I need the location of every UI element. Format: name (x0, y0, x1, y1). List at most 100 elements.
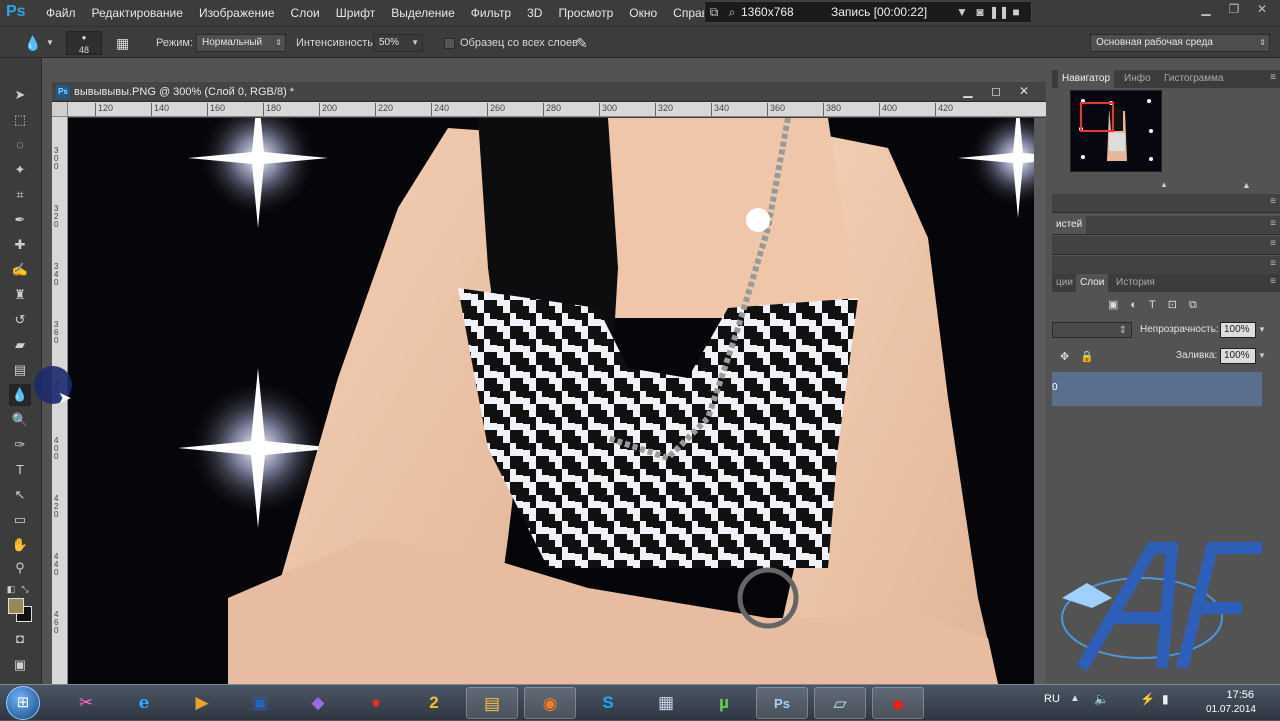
brushes-panel-bar[interactable]: истей ≡ (1052, 216, 1280, 235)
sample-all-checkbox[interactable] (444, 38, 455, 49)
mode-dropdown[interactable]: Нормальный ⇕ (196, 34, 286, 52)
hand-tool-icon[interactable]: ✋ (9, 534, 31, 556)
image-canvas[interactable] (68, 118, 1034, 684)
maximize-icon[interactable]: ◻ (982, 82, 1010, 100)
blur-tool-icon[interactable]: 💧 (9, 384, 31, 406)
collapsed-panel-3[interactable]: ≡ (1052, 256, 1280, 275)
quick-mask-icon[interactable]: ◘ (9, 628, 31, 650)
ruler-origin[interactable] (52, 102, 68, 117)
gradient-tool-icon[interactable]: ▤ (9, 359, 31, 381)
menu-edit[interactable]: Редактирование (84, 0, 191, 26)
intensity-field[interactable]: 50% ▼ (373, 34, 423, 52)
brush-tool-icon[interactable]: ✍ (9, 259, 31, 281)
zoom-tool-icon[interactable]: ⚲ (9, 557, 31, 579)
panel-menu-icon[interactable]: ≡ (1270, 274, 1276, 290)
panel-menu-icon[interactable]: ≡ (1270, 256, 1276, 272)
healing-brush-icon[interactable]: ✚ (9, 234, 31, 256)
menu-type[interactable]: Шрифт (328, 0, 383, 26)
power-icon[interactable]: ⚡ (1140, 692, 1155, 706)
eraser-icon[interactable]: ▰ (9, 334, 31, 356)
menu-image[interactable]: Изображение (191, 0, 283, 26)
clock-time[interactable]: 17:56 (1226, 689, 1254, 701)
network-icon[interactable]: ▮ (1162, 692, 1169, 706)
layer-filter-icons[interactable]: ▣◐T⊡⧉ (1108, 298, 1248, 312)
swap-colors-icon[interactable]: ⤡ (18, 578, 32, 600)
zoom-in-icon[interactable]: ▲ (1242, 180, 1251, 190)
path-selection-icon[interactable]: ↖ (9, 484, 31, 506)
dropdown-icon[interactable]: ▼ (953, 5, 971, 19)
language-indicator[interactable]: RU (1044, 693, 1060, 705)
document-tab[interactable]: Ps вывывывы.PNG @ 300% (Слой 0, RGB/8) *… (52, 82, 1046, 102)
record-icon[interactable]: ● (872, 687, 924, 719)
tab-histogram[interactable]: Гистограмма (1160, 70, 1228, 88)
notes-icon[interactable]: ▱ (814, 687, 866, 719)
history-brush-icon[interactable]: ↺ (9, 309, 31, 331)
tab-navigator[interactable]: Навигатор (1058, 70, 1115, 88)
menu-select[interactable]: Выделение (383, 0, 463, 26)
default-colors-icon[interactable]: ◧ (4, 578, 18, 600)
eyedropper-icon[interactable]: ✒ (9, 209, 31, 231)
clone-stamp-icon[interactable]: ♜ (9, 284, 31, 306)
menu-3d[interactable]: 3D (519, 0, 550, 26)
foreground-color-swatch[interactable] (8, 598, 24, 614)
stop-icon[interactable]: ■ (1007, 5, 1025, 19)
menu-file[interactable]: Файл (38, 0, 84, 26)
pressure-icon[interactable]: ✎ (576, 27, 588, 59)
window-icon[interactable]: ⧉ (705, 5, 723, 20)
media-player-icon[interactable]: ▶ (176, 687, 228, 719)
lasso-tool-icon[interactable]: ◌ (9, 134, 31, 156)
magic-wand-icon[interactable]: ✦ (9, 159, 31, 181)
rectangle-tool-icon[interactable]: ▭ (9, 509, 31, 531)
brush-panel-icon[interactable]: ▦ (116, 27, 129, 59)
tab-history[interactable]: История (1112, 274, 1159, 292)
skype-icon[interactable]: S (582, 687, 634, 719)
explorer-icon[interactable]: ▤ (466, 687, 518, 719)
blend-mode-dropdown[interactable]: ⇕ (1052, 322, 1132, 338)
save-disk-icon[interactable]: ▣ (234, 687, 286, 719)
search-icon[interactable]: ⌕ (723, 5, 741, 20)
pen-tool-icon[interactable]: ✑ (9, 434, 31, 456)
panel-menu-icon[interactable]: ≡ (1270, 236, 1276, 252)
ie-icon[interactable]: e (118, 687, 170, 719)
minimize-icon[interactable]: ▁ (1192, 0, 1220, 20)
tray-arrow-icon[interactable]: ▲ (1070, 693, 1080, 704)
collapsed-panel-2[interactable]: ≡ (1052, 236, 1280, 255)
clock-date[interactable]: 01.07.2014 (1206, 704, 1256, 715)
menu-view[interactable]: Просмотр (550, 0, 621, 26)
restore-icon[interactable]: ❐ (1220, 0, 1248, 20)
navigator-view-box[interactable] (1080, 102, 1114, 132)
brush-preset-picker[interactable]: ● 48 (66, 31, 102, 55)
paint-icon[interactable]: ✂ (60, 687, 112, 719)
zoom-slider-thumb[interactable]: ▲ (1160, 180, 1168, 189)
layer-row-selected[interactable]: 0 (1052, 372, 1262, 406)
tab-channels[interactable]: ции (1052, 274, 1077, 292)
type-tool-icon[interactable]: T (9, 459, 31, 481)
lock-position-icon[interactable]: ✥ (1060, 350, 1069, 363)
visual-studio-icon[interactable]: ◆ (292, 687, 344, 719)
panel-menu-icon[interactable]: ≡ (1270, 194, 1276, 210)
close-icon[interactable]: ✕ (1010, 82, 1038, 100)
panel-menu-icon[interactable]: ≡ (1270, 216, 1276, 232)
close-icon[interactable]: ✕ (1248, 0, 1276, 20)
pause-icon[interactable]: ❚❚ (989, 5, 1009, 19)
tab-info[interactable]: Инфо (1120, 70, 1155, 88)
blur-tool-icon[interactable]: 💧 (24, 27, 41, 59)
chevron-down-icon[interactable]: ▼ (46, 27, 54, 59)
marquee-tool-icon[interactable]: ⬚ (9, 109, 31, 131)
workspace-dropdown[interactable]: Основная рабочая среда ⇕ (1090, 34, 1270, 52)
menu-filter[interactable]: Фильтр (463, 0, 519, 26)
dodge-tool-icon[interactable]: 🔍 (9, 409, 31, 431)
firefox-icon[interactable]: ◉ (524, 687, 576, 719)
lock-all-icon[interactable]: 🔒 (1080, 350, 1094, 363)
menu-window[interactable]: Окно (621, 0, 665, 26)
opacity-field[interactable]: 100% (1220, 322, 1256, 338)
chevron-down-icon[interactable]: ▼ (1258, 348, 1266, 364)
crop-tool-icon[interactable]: ⌗ (9, 184, 31, 206)
games-icon[interactable]: 2 (408, 687, 460, 719)
horizontal-ruler[interactable]: 120 140 160 180 200 220 240 260 280 300 … (68, 102, 1046, 117)
recorder-app-icon[interactable]: ● (350, 687, 402, 719)
utorrent-icon[interactable]: µ (698, 687, 750, 719)
photoshop-icon[interactable]: Ps (756, 687, 808, 719)
fill-field[interactable]: 100% (1220, 348, 1256, 364)
tab-brushes[interactable]: истей (1052, 216, 1087, 234)
